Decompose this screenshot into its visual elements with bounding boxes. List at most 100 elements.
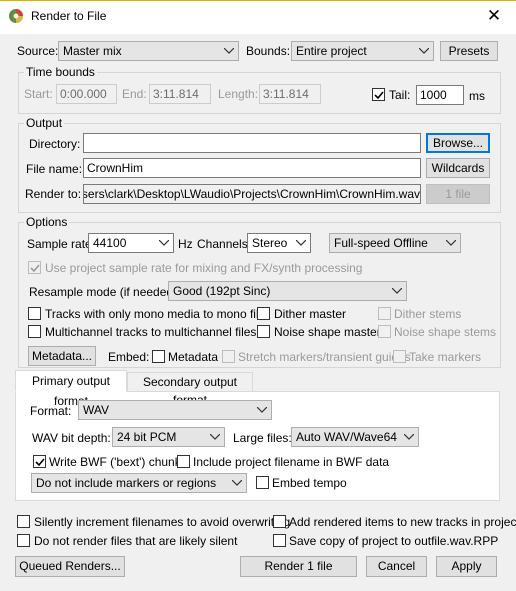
presets-button[interactable]: Presets	[440, 41, 498, 61]
multichannel-label: Multichannel tracks to multichannel file…	[45, 325, 257, 339]
noise-stems-checkbox	[378, 325, 391, 338]
use-project-rate-label: Use project sample rate for mixing and F…	[45, 261, 363, 275]
use-project-rate-checkbox	[28, 261, 41, 274]
markers-value: Do not include markers or regions	[36, 476, 217, 490]
sample-rate-unit: Hz	[178, 237, 193, 251]
take-markers-checkbox	[393, 350, 406, 363]
window-title: Render to File	[31, 9, 107, 23]
apply-button[interactable]: Apply	[436, 556, 497, 577]
dither-stems-label: Dither stems	[394, 307, 462, 321]
resample-value: Good (192pt Sinc)	[173, 284, 271, 298]
title-accent-line	[0, 0, 516, 1]
chevron-down-icon	[210, 428, 220, 446]
channels-select[interactable]: Stereo	[247, 233, 311, 253]
length-field[interactable]: 3:11.814	[259, 84, 321, 104]
queued-renders-button[interactable]: Queued Renders...	[15, 556, 125, 577]
take-markers-label: Take markers	[409, 350, 482, 364]
mono-tracks-label: Tracks with only mono media to mono file	[45, 307, 266, 321]
cancel-button[interactable]: Cancel	[366, 556, 427, 577]
large-files-select[interactable]: Auto WAV/Wave64	[291, 427, 419, 447]
bit-depth-label: WAV bit depth:	[32, 431, 111, 445]
chevron-down-icon	[392, 282, 402, 300]
stretch-markers-label: Stretch markers/transient guides	[238, 350, 411, 364]
format-value: WAV	[83, 403, 109, 417]
chevron-down-icon	[296, 234, 306, 252]
length-label: Length:	[218, 87, 259, 101]
add-rendered-checkbox[interactable]	[273, 515, 286, 528]
resample-select[interactable]: Good (192pt Sinc)	[168, 281, 407, 301]
filename-label: File name:	[26, 162, 83, 176]
source-select[interactable]: Master mix	[58, 41, 239, 61]
wildcards-button[interactable]: Wildcards	[426, 158, 490, 178]
chevron-down-icon	[419, 42, 429, 60]
directory-field[interactable]	[83, 133, 421, 153]
format-label: Format:	[30, 404, 72, 418]
chevron-down-icon	[404, 428, 414, 446]
markers-select[interactable]: Do not include markers or regions	[31, 473, 247, 493]
sample-rate-select[interactable]: 44100	[88, 233, 174, 253]
files-count-button: 1 file	[426, 184, 490, 204]
save-copy-checkbox[interactable]	[273, 534, 286, 547]
time-bounds-label: Time bounds	[24, 65, 97, 79]
large-files-value: Auto WAV/Wave64	[296, 430, 397, 444]
bit-depth-value: 24 bit PCM	[117, 430, 177, 444]
tail-field[interactable]: 1000	[416, 85, 464, 105]
render-to-value: C:\Users\clark\Desktop\LWaudio\Projects\…	[83, 187, 420, 201]
end-field[interactable]: 3:11.814	[149, 84, 211, 104]
embed-tempo-checkbox[interactable]	[256, 476, 269, 489]
start-field[interactable]: 0:00.000	[56, 84, 117, 104]
tab-primary-output-format[interactable]: Primary output format	[15, 370, 127, 408]
sample-rate-value: 44100	[93, 236, 127, 250]
large-files-label: Large files:	[233, 431, 292, 445]
render-speed-value: Full-speed Offline	[334, 236, 428, 250]
check-icon	[374, 91, 384, 100]
start-label: Start:	[24, 87, 53, 101]
browse-button[interactable]: Browse...	[426, 133, 490, 153]
noise-stems-label: Noise shape stems	[394, 325, 497, 339]
render-button[interactable]: Render 1 file	[240, 556, 357, 577]
tab-secondary-output-format[interactable]: Secondary output format	[127, 372, 253, 407]
embed-metadata-label: Metadata	[168, 350, 219, 364]
noise-master-label: Noise shape master	[274, 325, 381, 339]
resample-label: Resample mode (if needed):	[29, 285, 181, 299]
render-speed-select[interactable]: Full-speed Offline	[329, 233, 461, 253]
embed-tempo-label: Embed tempo	[272, 476, 347, 490]
close-icon[interactable]: ✕	[486, 7, 502, 24]
noise-master-checkbox[interactable]	[257, 325, 270, 338]
render-to-label: Render to:	[25, 187, 82, 201]
tail-checkbox[interactable]	[372, 88, 385, 101]
multichannel-checkbox[interactable]	[28, 325, 41, 338]
add-rendered-label: Add rendered items to new tracks in proj…	[289, 515, 516, 529]
channels-value: Stereo	[252, 236, 288, 250]
silent-increment-label: Silently increment filenames to avoid ov…	[34, 515, 291, 529]
bounds-value: Entire project	[296, 44, 367, 58]
tail-label: Tail:	[389, 88, 411, 102]
check-icon	[35, 458, 45, 467]
chevron-down-icon	[232, 474, 242, 492]
sample-rate-label: Sample rate:	[27, 237, 96, 251]
mono-tracks-checkbox[interactable]	[28, 307, 41, 320]
directory-label: Directory:	[29, 137, 81, 151]
include-filename-checkbox[interactable]	[177, 455, 190, 468]
stretch-markers-checkbox	[222, 350, 235, 363]
silent-increment-checkbox[interactable]	[17, 515, 30, 528]
chevron-down-icon	[446, 234, 456, 252]
skip-silent-checkbox[interactable]	[17, 534, 30, 547]
include-filename-label: Include project filename in BWF data	[193, 455, 390, 469]
format-select[interactable]: WAV	[78, 400, 272, 420]
reaper-app-icon	[8, 8, 24, 24]
chevron-down-icon	[224, 42, 234, 60]
render-to-field[interactable]: C:\Users\clark\Desktop\LWaudio\Projects\…	[83, 184, 421, 204]
bit-depth-select[interactable]: 24 bit PCM	[112, 427, 225, 447]
embed-metadata-checkbox[interactable]	[152, 350, 165, 363]
metadata-button[interactable]: Metadata...	[28, 346, 96, 366]
tail-unit: ms	[469, 89, 485, 103]
filename-field[interactable]: CrownHim	[83, 158, 421, 178]
bounds-label: Bounds:	[246, 44, 291, 58]
dither-master-checkbox[interactable]	[257, 307, 270, 320]
check-icon	[30, 264, 40, 273]
bounds-select[interactable]: Entire project	[291, 41, 434, 61]
dither-master-label: Dither master	[274, 307, 347, 321]
output-group-label: Output	[24, 116, 65, 130]
write-bwf-checkbox[interactable]	[33, 455, 46, 468]
